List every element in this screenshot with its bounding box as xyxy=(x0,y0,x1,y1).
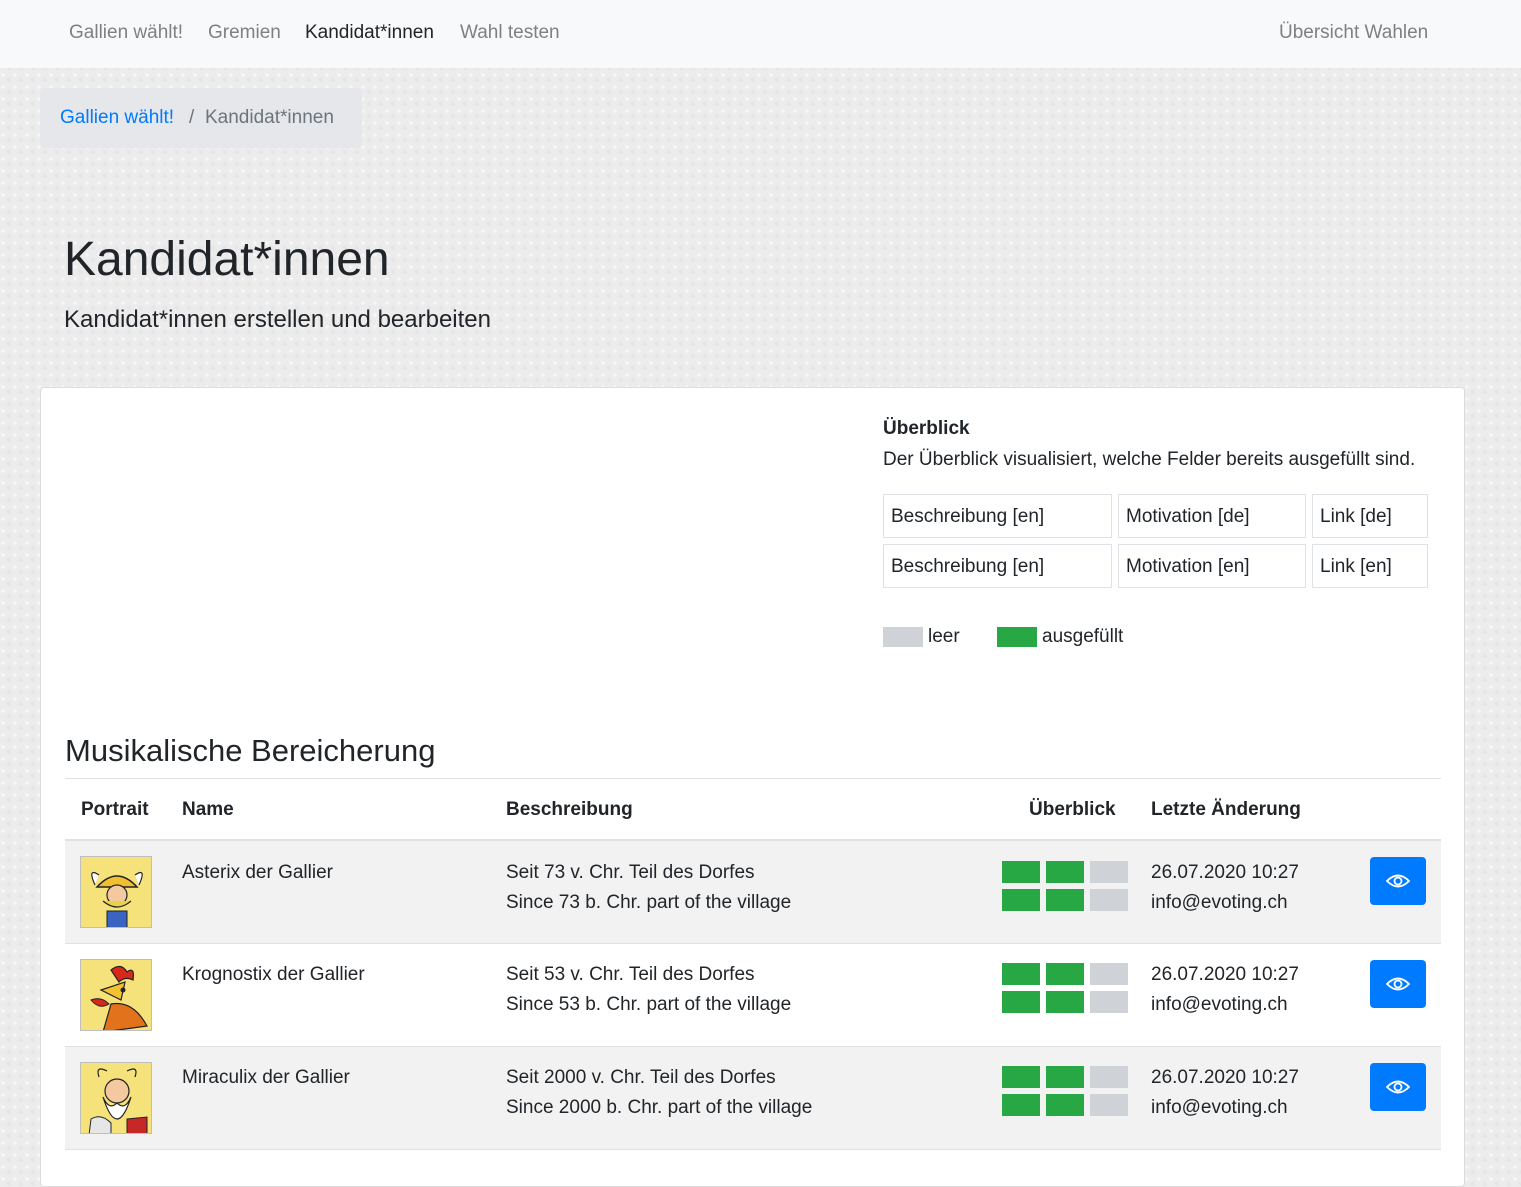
overview-cell-empty xyxy=(1090,963,1128,985)
candidate-description-de: Seit 73 v. Chr. Teil des Dorfes xyxy=(506,862,755,883)
last-change-email: info@evoting.ch xyxy=(1151,994,1288,1015)
overview-cell-filled xyxy=(1002,991,1040,1013)
overview-cell-filled xyxy=(1046,963,1084,985)
table-row: Miraculix der Gallier Seit 2000 v. Chr. … xyxy=(65,1047,1441,1150)
overview-cell-filled xyxy=(1002,861,1040,883)
candidate-description-de: Seit 2000 v. Chr. Teil des Dorfes xyxy=(506,1067,776,1088)
candidate-description-en: Since 2000 b. Chr. part of the village xyxy=(506,1097,813,1118)
portrait-image xyxy=(80,959,152,1031)
overview-field-link-en: Link [en] xyxy=(1312,544,1428,588)
candidate-name: Krognostix der Gallier xyxy=(182,964,365,985)
nav-item-kandidatinnen[interactable]: Kandidat*innen xyxy=(305,22,434,44)
section-divider xyxy=(65,778,1441,779)
candidate-name: Asterix der Gallier xyxy=(182,862,333,883)
overview-cell-empty xyxy=(1090,889,1128,911)
eye-icon xyxy=(1386,977,1410,991)
legend-empty-swatch xyxy=(883,627,923,647)
table-row: Asterix der Gallier Seit 73 v. Chr. Teil… xyxy=(65,841,1441,944)
eye-icon xyxy=(1386,874,1410,888)
overview-cell-filled xyxy=(1046,889,1084,911)
candidate-name: Miraculix der Gallier xyxy=(182,1067,350,1088)
overview-field-beschreibung-1: Beschreibung [en] xyxy=(883,494,1112,538)
candidates-card: Überblick Der Überblick visualisiert, we… xyxy=(40,387,1465,1187)
overview-cell-empty xyxy=(1090,991,1128,1013)
table-row: Krognostix der Gallier Seit 53 v. Chr. T… xyxy=(65,944,1441,1047)
overview-cell-filled xyxy=(1046,1066,1084,1088)
candidate-description-de: Seit 53 v. Chr. Teil des Dorfes xyxy=(506,964,755,985)
overview-cell-filled xyxy=(1046,1094,1084,1116)
legend-filled-label: ausgefüllt xyxy=(1042,626,1124,647)
column-header-last-change: Letzte Änderung xyxy=(1151,799,1301,820)
nav-item-uebersicht-wahlen[interactable]: Übersicht Wahlen xyxy=(1279,22,1428,44)
overview-description: Der Überblick visualisiert, welche Felde… xyxy=(883,449,1416,470)
overview-field-motivation-de: Motivation [de] xyxy=(1118,494,1306,538)
overview-cell-empty xyxy=(1090,861,1128,883)
overview-cell-empty xyxy=(1090,1094,1128,1116)
legend-empty-label: leer xyxy=(928,626,960,647)
page-title: Kandidat*innen xyxy=(64,233,390,286)
view-button[interactable] xyxy=(1370,857,1426,905)
overview-cell-empty xyxy=(1090,1066,1128,1088)
overview-title: Überblick xyxy=(883,418,970,439)
breadcrumb-separator: / xyxy=(189,107,195,128)
breadcrumb: Gallien wählt! / Kandidat*innen xyxy=(40,88,362,148)
legend-filled-swatch xyxy=(997,627,1037,647)
overview-field-link-de: Link [de] xyxy=(1312,494,1428,538)
overview-cell-filled xyxy=(1002,1094,1040,1116)
eye-icon xyxy=(1386,1080,1410,1094)
view-button[interactable] xyxy=(1370,1063,1426,1111)
breadcrumb-home-link[interactable]: Gallien wählt! xyxy=(60,107,174,129)
view-button[interactable] xyxy=(1370,960,1426,1008)
overview-cell-filled xyxy=(1002,889,1040,911)
page-subtitle: Kandidat*innen erstellen und bearbeiten xyxy=(64,306,491,333)
column-header-overview: Überblick xyxy=(1029,799,1116,820)
last-change-date: 26.07.2020 10:27 xyxy=(1151,964,1299,985)
last-change-email: info@evoting.ch xyxy=(1151,892,1288,913)
portrait-image xyxy=(80,1062,152,1134)
column-header-portrait: Portrait xyxy=(81,799,149,820)
column-header-description: Beschreibung xyxy=(506,799,633,820)
last-change-email: info@evoting.ch xyxy=(1151,1097,1288,1118)
overview-field-motivation-en: Motivation [en] xyxy=(1118,544,1306,588)
overview-cell-filled xyxy=(1046,991,1084,1013)
breadcrumb-current: Kandidat*innen xyxy=(205,107,334,128)
nav-item-wahl-testen[interactable]: Wahl testen xyxy=(460,22,560,44)
column-header-name: Name xyxy=(182,799,234,820)
last-change-date: 26.07.2020 10:27 xyxy=(1151,1067,1299,1088)
nav-item-gremien[interactable]: Gremien xyxy=(208,22,281,44)
overview-cell-filled xyxy=(1002,1066,1040,1088)
candidate-description-en: Since 73 b. Chr. part of the village xyxy=(506,892,792,913)
overview-cell-filled xyxy=(1002,963,1040,985)
candidate-description-en: Since 53 b. Chr. part of the village xyxy=(506,994,792,1015)
portrait-image xyxy=(80,856,152,928)
nav-item-gallien-waehlt[interactable]: Gallien wählt! xyxy=(69,22,183,44)
top-navbar: Gallien wählt! Gremien Kandidat*innen Wa… xyxy=(0,0,1521,68)
overview-cell-filled xyxy=(1046,861,1084,883)
last-change-date: 26.07.2020 10:27 xyxy=(1151,862,1299,883)
overview-field-beschreibung-2: Beschreibung [en] xyxy=(883,544,1112,588)
section-title: Musikalische Bereicherung xyxy=(65,733,436,768)
